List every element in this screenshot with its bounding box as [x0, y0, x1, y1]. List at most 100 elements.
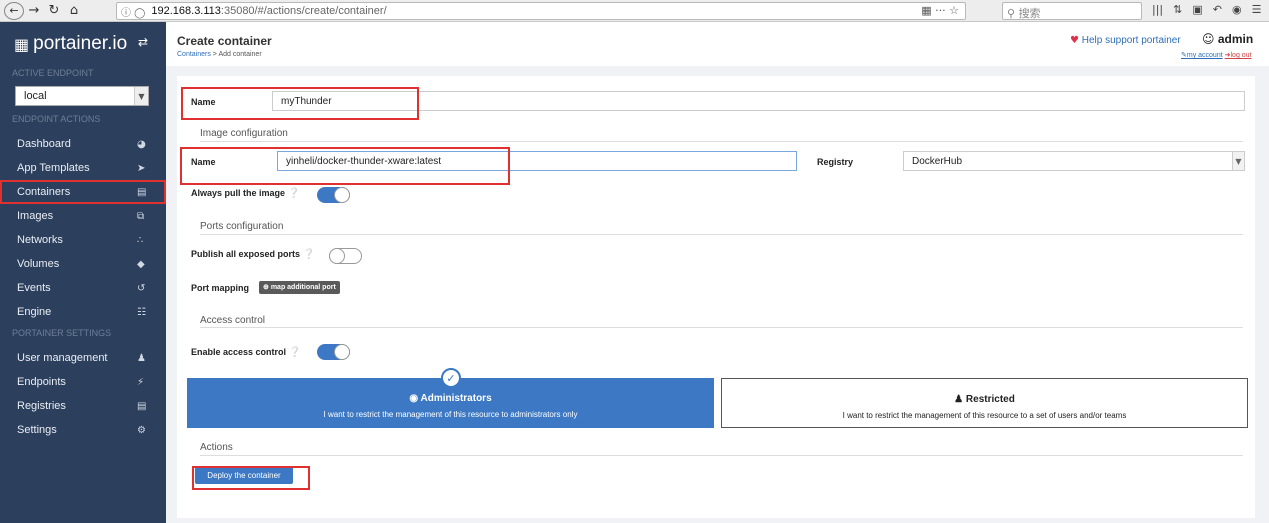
switch-arrows-icon[interactable]: ⇄: [138, 35, 148, 49]
page-actions-icon[interactable]: ▦ ··· ☆: [921, 4, 959, 17]
publish-all-label: Publish all exposed ports ❔: [191, 249, 315, 260]
highlight-image: [180, 147, 510, 185]
plug-icon: ⚡: [137, 376, 145, 388]
sidebar-item-label: Registries: [17, 400, 66, 412]
always-pull-label: Always pull the image ❔: [191, 188, 300, 199]
sidebar-item-dashboard[interactable]: Dashboard ◕: [0, 132, 166, 156]
sidebar-item-registries[interactable]: Registries ▤: [0, 394, 166, 418]
logout-link[interactable]: ➜log out: [1225, 52, 1252, 59]
sidebar-item-images[interactable]: Images ⧉: [0, 204, 166, 228]
sidebar: ▦ portainer.io ⇄ ACTIVE ENDPOINT local ▼…: [0, 22, 166, 523]
publish-all-toggle[interactable]: [329, 248, 362, 264]
sidebar-item-endpoints[interactable]: Endpoints ⚡: [0, 370, 166, 394]
undo-icon[interactable]: ↶: [1213, 3, 1222, 16]
my-account-link[interactable]: ✎my account: [1181, 52, 1223, 59]
section-divider: [200, 455, 1243, 456]
brand[interactable]: ▦ portainer.io ⇄: [0, 22, 166, 66]
url-host: 192.168.3.113: [151, 5, 221, 17]
administrators-title: ◉ Administrators: [187, 393, 714, 404]
sidebar-item-label: Events: [17, 282, 51, 294]
ports-configuration-heading: Ports configuration: [200, 221, 284, 232]
sidebar-item-label: Images: [17, 210, 54, 222]
sidebar-item-events[interactable]: Events ↺: [0, 276, 166, 300]
restricted-description: I want to restrict the management of thi…: [842, 411, 1127, 420]
help-support-link[interactable]: ♥ Help support portainer: [1070, 35, 1181, 46]
user-name: ☺ admin: [1202, 32, 1253, 46]
back-icon[interactable]: ←: [4, 1, 24, 20]
breadcrumb-current: Add container: [218, 51, 262, 58]
reload-icon[interactable]: ↻: [44, 2, 64, 20]
registry-select[interactable]: DockerHub ▼: [903, 151, 1245, 171]
forward-icon[interactable]: →: [24, 2, 44, 20]
username: admin: [1217, 32, 1254, 46]
endpoint-select[interactable]: local ▼: [15, 86, 149, 106]
image-configuration-heading: Image configuration: [200, 128, 288, 139]
create-container-form: Name myThunder Image configuration Name …: [177, 76, 1255, 518]
my-account-label: my account: [1186, 52, 1223, 59]
help-icon: ❔: [302, 249, 315, 260]
administrators-description: I want to restrict the management of thi…: [323, 410, 578, 419]
active-endpoint-heading: ACTIVE ENDPOINT: [12, 68, 94, 78]
browser-tool-icons: ||| ⇅ ▣ ↶ ◉ ☰: [1152, 3, 1261, 16]
section-divider: [200, 234, 1243, 235]
restricted-label: Restricted: [965, 394, 1015, 405]
administrators-label: Administrators: [420, 393, 492, 404]
toggle-knob: [334, 344, 350, 360]
extension-icon[interactable]: ◉: [1232, 3, 1242, 16]
sidebar-item-label: App Templates: [17, 162, 90, 174]
map-additional-port-button[interactable]: ⊕ map additional port: [259, 281, 340, 294]
th-icon: ☷: [137, 306, 146, 318]
clone-icon: ⧉: [137, 210, 145, 222]
sidebar-item-volumes[interactable]: Volumes ◆: [0, 252, 166, 276]
sidebar-item-networks[interactable]: Networks ∴: [0, 228, 166, 252]
sidebar-item-label: Containers: [17, 186, 71, 198]
sidebar-item-label: Settings: [17, 424, 57, 436]
always-pull-toggle[interactable]: [317, 187, 350, 203]
sidebar-item-label: Dashboard: [17, 138, 71, 150]
always-pull-text: Always pull the image: [191, 188, 286, 198]
heart-icon: ♥: [1070, 35, 1079, 46]
endpoint-actions-heading: ENDPOINT ACTIONS: [12, 114, 101, 124]
access-control-heading: Access control: [200, 315, 266, 326]
sidebar-item-label: Volumes: [17, 258, 60, 270]
plus-circle-icon: ⊕: [263, 284, 269, 291]
cogs-icon: ⚙: [137, 424, 146, 436]
enable-access-toggle[interactable]: [317, 344, 350, 360]
actions-heading: Actions: [200, 442, 233, 453]
restricted-option[interactable]: ♟ Restricted I want to restrict the mana…: [721, 378, 1248, 428]
user-circle-icon: ☺: [1202, 32, 1215, 46]
sidebar-item-user-management[interactable]: User management ♟: [0, 346, 166, 370]
publish-all-text: Publish all exposed ports: [191, 249, 301, 259]
sync-icon[interactable]: ⇅: [1173, 3, 1182, 16]
enable-access-label: Enable access control ❔: [191, 347, 301, 358]
registry-label: Registry: [817, 157, 854, 167]
breadcrumb-containers-link[interactable]: Containers: [177, 51, 211, 58]
sidebar-item-app-templates[interactable]: App Templates ➤: [0, 156, 166, 180]
highlight-deploy: [192, 466, 310, 490]
check-circle-icon: ✓: [441, 368, 461, 388]
highlight-name: [181, 87, 419, 120]
sidebar-item-engine[interactable]: Engine ☷: [0, 300, 166, 324]
sidebar-item-settings[interactable]: Settings ⚙: [0, 418, 166, 442]
sidebar-item-containers[interactable]: Containers ▤: [0, 180, 166, 204]
library-icon[interactable]: |||: [1152, 3, 1163, 16]
sidebar-toggle-icon[interactable]: ▣: [1192, 3, 1202, 16]
sitemap-icon: ∴: [137, 234, 144, 246]
portainer-logo-icon: ▦: [14, 34, 30, 54]
browser-toolbar: ← → ↻ ⌂ ⓘ ◯ 192.168.3.113:35080/#/action…: [0, 0, 1269, 22]
users-icon: ♟: [137, 352, 146, 364]
sidebar-item-label: User management: [17, 352, 108, 364]
help-icon: ❔: [287, 188, 300, 199]
map-port-label: map additional port: [270, 284, 336, 291]
browser-search-input[interactable]: ⚲ 搜索: [1002, 2, 1142, 20]
user-links: ✎my account ➜log out: [1181, 51, 1252, 59]
port-mapping-label: Port mapping: [191, 283, 249, 293]
menu-icon[interactable]: ☰: [1252, 3, 1262, 16]
logout-label: log out: [1230, 52, 1252, 59]
site-info-icon[interactable]: ⓘ ◯: [121, 4, 145, 19]
rocket-icon: ➤: [137, 162, 146, 174]
sidebar-item-label: Engine: [17, 306, 52, 318]
address-bar[interactable]: ⓘ ◯ 192.168.3.113:35080/#/actions/create…: [116, 2, 966, 20]
section-divider: [200, 327, 1243, 328]
home-icon[interactable]: ⌂: [64, 2, 84, 20]
